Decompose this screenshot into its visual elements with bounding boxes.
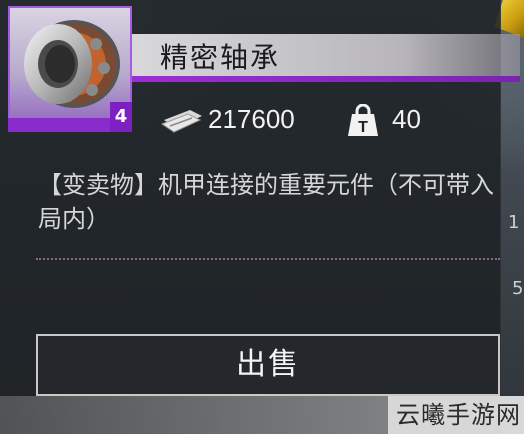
item-weight: 40 <box>392 104 421 134</box>
side-text-top: 1 <box>508 212 520 233</box>
item-level-badge: 4 <box>110 102 132 132</box>
weight-icon: T <box>348 104 378 136</box>
sell-button[interactable]: 出售 <box>36 334 500 396</box>
item-name: 精密轴承 <box>160 41 281 74</box>
bottom-strip <box>0 396 388 434</box>
item-price: 217600 <box>208 104 295 134</box>
divider <box>36 258 500 260</box>
rarity-stripe <box>128 76 520 82</box>
bearing-icon <box>24 20 120 108</box>
side-text-bottom: 5 <box>512 278 524 299</box>
item-description: 【变卖物】机甲连接的重要元件（不可带入局内） <box>38 171 494 233</box>
watermark-text: 云曦手游网 <box>396 401 521 429</box>
cash-icon <box>160 110 202 133</box>
svg-text:T: T <box>358 119 368 136</box>
